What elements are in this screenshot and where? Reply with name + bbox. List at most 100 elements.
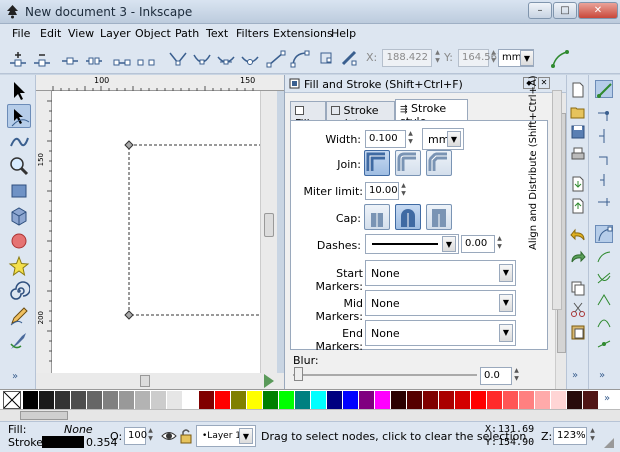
zoom-tool-icon[interactable] (7, 154, 31, 178)
enable-snapping-icon[interactable] (595, 80, 613, 98)
palette-swatch[interactable] (215, 391, 230, 409)
node-smooth-icon[interactable] (192, 49, 212, 69)
palette-scroll-thumb[interactable] (20, 411, 68, 420)
palette-swatch[interactable] (519, 391, 534, 409)
spiral-tool-icon[interactable] (7, 279, 31, 303)
palette-swatch[interactable] (535, 391, 550, 409)
stroke-to-path-icon[interactable] (340, 49, 360, 69)
palette-menu-icon[interactable]: » (604, 393, 610, 404)
palette-swatch[interactable] (343, 391, 358, 409)
delete-segment-icon[interactable] (136, 49, 156, 69)
miter-spin-arrows[interactable]: ▲ ▼ (399, 182, 408, 200)
snap-cusp-nodes-icon[interactable] (595, 291, 613, 309)
menu-layer[interactable]: Layer (100, 27, 131, 40)
rectangle-tool-icon[interactable] (7, 179, 31, 203)
blur-input[interactable]: 0.0 (480, 367, 512, 385)
toggle-visibility-icon[interactable] (160, 427, 178, 445)
align-dock-scrollbar[interactable] (552, 90, 562, 310)
show-handles-icon[interactable] (550, 49, 570, 69)
palette-swatch[interactable] (263, 391, 278, 409)
palette-swatch[interactable] (583, 391, 598, 409)
tab-stroke-style[interactable]: ⇶ Stroke style (395, 99, 468, 128)
snap-paths-icon[interactable] (595, 247, 613, 265)
palette-swatch[interactable] (135, 391, 150, 409)
palette-swatch[interactable] (391, 391, 406, 409)
palette-swatch[interactable] (199, 391, 214, 409)
3d-box-tool-icon[interactable] (7, 204, 31, 228)
join-segment-icon[interactable] (112, 49, 132, 69)
print-icon[interactable] (569, 145, 587, 163)
menu-filters[interactable]: Filters (236, 27, 269, 40)
paste-icon[interactable] (569, 323, 587, 341)
menu-extensions[interactable]: Extensions (273, 27, 333, 40)
scroll-thumb[interactable] (264, 213, 274, 237)
stroke-width-input[interactable]: 0.100 (365, 130, 406, 148)
node-auto-smooth-icon[interactable] (240, 49, 260, 69)
palette-swatch[interactable] (151, 391, 166, 409)
join-miter-button[interactable] (364, 150, 390, 176)
width-unit-select[interactable]: mm ▼ (422, 128, 464, 150)
snap-nodes-icon[interactable] (595, 225, 613, 243)
segment-curve-icon[interactable] (290, 49, 310, 69)
object-to-path-icon[interactable] (318, 49, 338, 69)
opacity-input[interactable]: 100 (124, 427, 147, 445)
new-document-icon[interactable] (569, 81, 587, 99)
snap-smooth-nodes-icon[interactable] (595, 313, 613, 331)
snap-intersections-icon[interactable] (595, 269, 613, 287)
menu-file[interactable]: File (12, 27, 30, 40)
palette-swatch[interactable] (455, 391, 470, 409)
palette-swatch[interactable] (407, 391, 422, 409)
palette-swatch[interactable] (279, 391, 294, 409)
palette-swatch[interactable] (103, 391, 118, 409)
undo-icon[interactable] (569, 227, 587, 245)
export-icon[interactable] (569, 197, 587, 215)
resize-grip-icon[interactable] (604, 438, 614, 448)
calligraphy-tool-icon[interactable] (7, 329, 31, 353)
node-tool-icon[interactable] (7, 104, 31, 128)
snap-bbox-center-icon[interactable] (595, 193, 613, 211)
ellipse-tool-icon[interactable] (7, 229, 31, 253)
y-coordinate-input[interactable]: 164.567 (458, 49, 503, 67)
blur-slider-track[interactable] (293, 374, 477, 376)
canvas-vertical-scrollbar[interactable] (260, 91, 277, 373)
palette-swatch[interactable] (55, 391, 70, 409)
blur-slider-handle[interactable] (294, 367, 303, 381)
menu-object[interactable]: Object (135, 27, 171, 40)
drawing-canvas[interactable] (52, 91, 260, 373)
menu-edit[interactable]: Edit (40, 27, 61, 40)
snap-overflow-icon[interactable]: » (599, 370, 605, 381)
open-icon[interactable] (569, 103, 587, 121)
palette-swatch[interactable] (247, 391, 262, 409)
end-markers-select[interactable]: None ▼ (365, 320, 516, 346)
pencil-tool-icon[interactable] (7, 304, 31, 328)
cap-square-button[interactable] (426, 204, 452, 230)
palette-swatch[interactable] (39, 391, 54, 409)
zoom-spin-arrows[interactable]: ▲ ▼ (588, 427, 597, 445)
toggle-lock-icon[interactable] (178, 427, 194, 445)
segment-line-icon[interactable] (266, 49, 286, 69)
close-button[interactable]: ✕ (578, 2, 618, 19)
dash-offset-spin-arrows[interactable]: ▲ ▼ (495, 235, 504, 253)
snap-midpoints-icon[interactable] (595, 335, 613, 353)
cap-butt-button[interactable] (364, 204, 390, 230)
menu-view[interactable]: View (68, 27, 94, 40)
palette-swatch[interactable] (439, 391, 454, 409)
dash-offset-input[interactable]: 0.00 (461, 235, 495, 253)
palette-swatch[interactable] (183, 391, 198, 409)
palette-swatch[interactable] (327, 391, 342, 409)
canvas-horizontal-scrollbar[interactable] (36, 373, 284, 389)
import-icon[interactable] (569, 175, 587, 193)
maximize-button[interactable]: □ (553, 2, 577, 19)
palette-swatch[interactable] (423, 391, 438, 409)
copy-icon[interactable] (569, 279, 587, 297)
menu-help[interactable]: Help (331, 27, 356, 40)
delete-node-icon[interactable] (32, 49, 52, 69)
hscroll-thumb[interactable] (140, 375, 150, 387)
blur-spin-arrows[interactable]: ▲ ▼ (512, 367, 521, 385)
palette-swatch[interactable] (551, 391, 566, 409)
snap-bbox-midpoint-icon[interactable] (595, 171, 613, 189)
palette-swatch[interactable] (231, 391, 246, 409)
tab-stroke-paint[interactable]: Stroke paint (326, 101, 395, 130)
miter-limit-input[interactable]: 10.00 (365, 182, 399, 200)
selected-rectangle[interactable] (52, 91, 260, 373)
